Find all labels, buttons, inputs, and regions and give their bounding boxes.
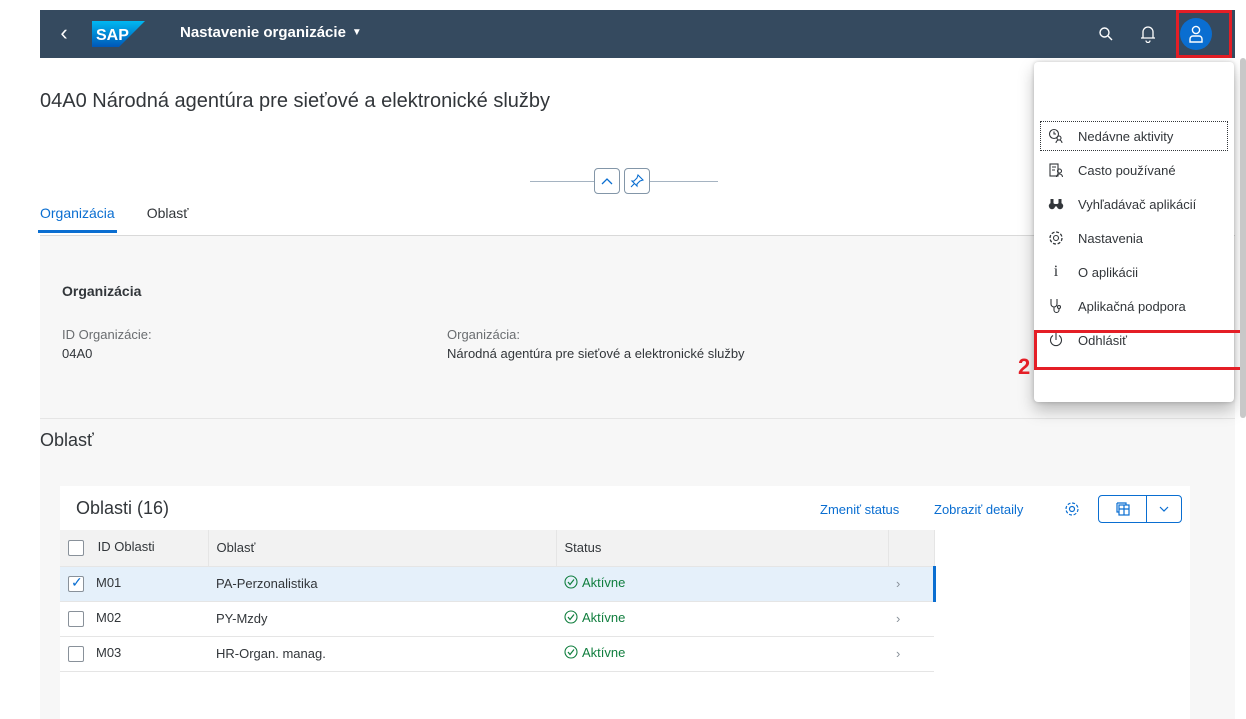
annotation-marker-2: 2 xyxy=(1018,354,1031,379)
export-dropdown-button[interactable] xyxy=(1147,496,1181,522)
column-header-area[interactable]: Oblasť xyxy=(208,530,557,567)
export-split-button xyxy=(1098,495,1182,523)
status-badge: Aktívne xyxy=(564,645,625,660)
change-status-button[interactable]: Zmeniť status xyxy=(820,502,899,517)
area-name: PY-Mzdy xyxy=(208,601,556,637)
notifications-bell-icon[interactable] xyxy=(1136,22,1160,46)
menu-item-app-finder[interactable]: Vyhľadávač aplikácií xyxy=(1038,187,1230,221)
search-icon[interactable] xyxy=(1094,22,1118,46)
org-id-value: 04A0 xyxy=(62,346,93,361)
column-header-status[interactable]: Status xyxy=(556,530,889,567)
menu-item-frequently-used[interactable]: Casto používané xyxy=(1038,153,1230,187)
status-badge: Aktívne xyxy=(564,575,625,590)
page-scrollbar[interactable] xyxy=(1240,58,1246,418)
menu-item-recent-activities[interactable]: Nedávne aktivity xyxy=(1038,119,1230,153)
check-circle-icon xyxy=(564,645,578,659)
areas-table-panel: Oblasti (16) Zmeniť status Zobraziť deta… xyxy=(60,486,1190,719)
column-header-nav xyxy=(888,530,935,567)
shell-bar: ‹ SAP Nastavenie organizácie ▼ xyxy=(40,10,1235,58)
table-settings-icon[interactable] xyxy=(1060,496,1084,522)
select-all-checkbox[interactable] xyxy=(68,540,84,557)
header-collapse-line-left xyxy=(530,181,594,182)
area-section-title: Oblasť xyxy=(40,430,94,450)
status-badge: Aktívne xyxy=(564,610,625,625)
table-header-row: ID Oblasti Oblasť Status xyxy=(60,530,935,567)
area-id: M01 xyxy=(96,575,122,591)
row-checkbox[interactable] xyxy=(68,574,84,592)
info-icon: i xyxy=(1053,263,1059,280)
org-id-label: ID Organizácie: xyxy=(62,327,152,342)
page-title: 04A0 Národná agentúra pre sieťové a elek… xyxy=(40,90,551,112)
stethoscope-icon xyxy=(1044,298,1068,314)
pin-icon xyxy=(630,174,644,188)
row-checkbox[interactable] xyxy=(68,610,84,627)
org-name-value: Národná agentúra pre sieťové a elektroni… xyxy=(447,346,745,361)
table-row[interactable]: M01 PA-Perzonalistika Aktívne › xyxy=(60,566,936,602)
export-spreadsheet-button[interactable] xyxy=(1099,496,1147,522)
collapse-header-button[interactable] xyxy=(594,168,620,194)
chevron-down-icon xyxy=(1159,506,1169,512)
table-row[interactable]: M02 PY-Mzdy Aktívne › xyxy=(60,601,934,637)
tab-oblast[interactable]: Oblasť xyxy=(147,205,189,233)
app-title-menu[interactable]: Nastavenie organizácie ▼ xyxy=(180,24,362,41)
check-circle-icon xyxy=(564,575,578,589)
area-name: HR-Organ. manag. xyxy=(208,636,556,672)
column-header-id[interactable]: ID Oblasti xyxy=(60,530,209,567)
area-id: M03 xyxy=(96,645,122,661)
avatar-highlight-box xyxy=(1176,10,1232,58)
row-navigation-chevron-icon[interactable]: › xyxy=(888,566,936,602)
org-name-label: Organizácia: xyxy=(447,327,520,342)
show-details-button[interactable]: Zobraziť detaily xyxy=(934,502,1023,517)
table-title: Oblasti (16) xyxy=(76,498,170,518)
spreadsheet-export-icon xyxy=(1115,502,1130,516)
frequently-used-icon xyxy=(1044,162,1068,178)
header-collapse-line-right xyxy=(650,181,718,182)
menu-item-about[interactable]: i O aplikácii xyxy=(1038,255,1230,289)
organization-subsection-title: Organizácia xyxy=(62,283,142,299)
section-divider xyxy=(40,418,1235,419)
menu-item-settings[interactable]: Nastavenia xyxy=(1038,221,1230,255)
tab-organizacia[interactable]: Organizácia xyxy=(38,205,117,233)
pin-header-button[interactable] xyxy=(624,168,650,194)
sap-logo: SAP xyxy=(92,21,145,47)
app-title: Nastavenie organizácie xyxy=(180,24,346,41)
row-navigation-chevron-icon[interactable]: › xyxy=(888,636,934,672)
menu-item-app-support[interactable]: Aplikačná podpora xyxy=(1038,289,1230,323)
svg-text:SAP: SAP xyxy=(96,27,129,44)
row-navigation-chevron-icon[interactable]: › xyxy=(888,601,934,637)
row-checkbox[interactable] xyxy=(68,645,84,662)
area-id: M02 xyxy=(96,610,122,626)
settings-icon xyxy=(1044,230,1068,246)
areas-table: ID Oblasti Oblasť Status M01 PA-Perzonal… xyxy=(60,530,936,672)
area-name: PA-Perzonalistika xyxy=(208,566,556,602)
sign-out-highlight-box xyxy=(1034,330,1244,370)
icon-tab-bar: Organizácia Oblasť xyxy=(38,205,189,233)
recent-activity-icon xyxy=(1044,128,1068,144)
table-row[interactable]: M03 HR-Organ. manag. Aktívne › xyxy=(60,636,934,672)
check-circle-icon xyxy=(564,610,578,624)
caret-down-icon: ▼ xyxy=(351,27,362,38)
back-button[interactable]: ‹ xyxy=(52,22,76,46)
binoculars-icon xyxy=(1044,197,1068,211)
